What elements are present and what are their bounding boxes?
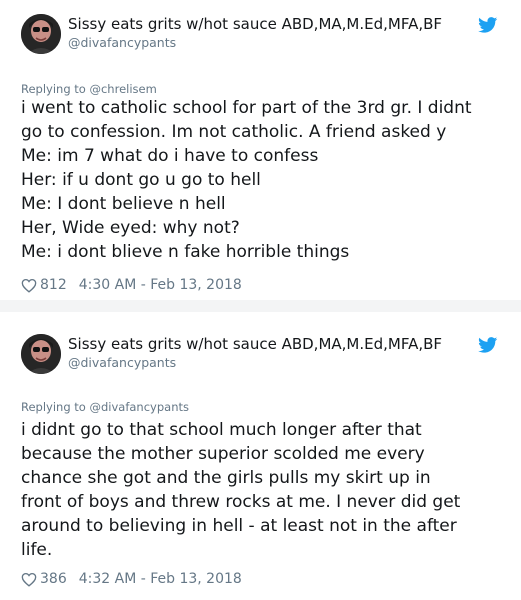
tweet-text-line: go to confession. Im not catholic. A fri… [21, 122, 447, 142]
twitter-bird-icon[interactable] [478, 17, 498, 33]
tweet-text-line: chance she got and the girls pulls my sk… [21, 468, 431, 488]
heart-icon[interactable] [21, 572, 37, 587]
timestamp[interactable]: 4:32 AM - Feb 13, 2018 [79, 571, 242, 587]
tweet-text-line: because the mother superior scolded me e… [21, 444, 425, 464]
tweet-text-line: front of boys and threw rocks at me. I n… [21, 492, 461, 512]
tweet-divider [0, 300, 521, 312]
replying-to-label: Replying to @chrelisem [21, 82, 157, 96]
author-name[interactable]: Sissy eats grits w/hot sauce ABD,MA,M.Ed… [68, 15, 442, 33]
author-handle[interactable]: @divafancypants [68, 35, 176, 50]
heart-icon[interactable] [21, 278, 37, 293]
tweet-text-line: i went to catholic school for part of th… [21, 98, 472, 118]
tweet-text: i went to catholic school for part of th… [21, 96, 511, 264]
avatar[interactable] [21, 334, 61, 374]
author-name[interactable]: Sissy eats grits w/hot sauce ABD,MA,M.Ed… [68, 335, 442, 353]
replying-to-label: Replying to @divafancypants [21, 400, 189, 414]
author-handle[interactable]: @divafancypants [68, 355, 176, 370]
twitter-bird-icon[interactable] [478, 337, 498, 353]
tweet-text-line: Her: if u dont go u go to hell [21, 170, 261, 190]
timestamp[interactable]: 4:30 AM - Feb 13, 2018 [79, 277, 242, 293]
tweet-card[interactable]: Sissy eats grits w/hot sauce ABD,MA,M.Ed… [0, 312, 521, 600]
avatar-photo-icon [21, 334, 61, 374]
avatar-photo-icon [21, 14, 61, 54]
avatar[interactable] [21, 14, 61, 54]
like-count[interactable]: 812 [40, 277, 67, 293]
tweet-text-line: Her, Wide eyed: why not? [21, 218, 240, 238]
tweet-text-line: around to believing in hell - at least n… [21, 516, 457, 536]
tweet-card[interactable]: Sissy eats grits w/hot sauce ABD,MA,M.Ed… [0, 0, 521, 300]
tweet-text-line: i didnt go to that school much longer af… [21, 420, 422, 440]
tweet-text-line: Me: i dont blieve n fake horrible things [21, 242, 350, 262]
tweet-text-line: life. [21, 540, 53, 560]
tweet-meta: 812 4:30 AM - Feb 13, 2018 [21, 277, 242, 293]
like-count[interactable]: 386 [40, 571, 67, 587]
tweet-text-line: Me: im 7 what do i have to confess [21, 146, 319, 166]
tweet-meta: 386 4:32 AM - Feb 13, 2018 [21, 571, 242, 587]
tweet-text-line: Me: I dont believe n hell [21, 194, 226, 214]
tweet-text: i didnt go to that school much longer af… [21, 418, 511, 562]
